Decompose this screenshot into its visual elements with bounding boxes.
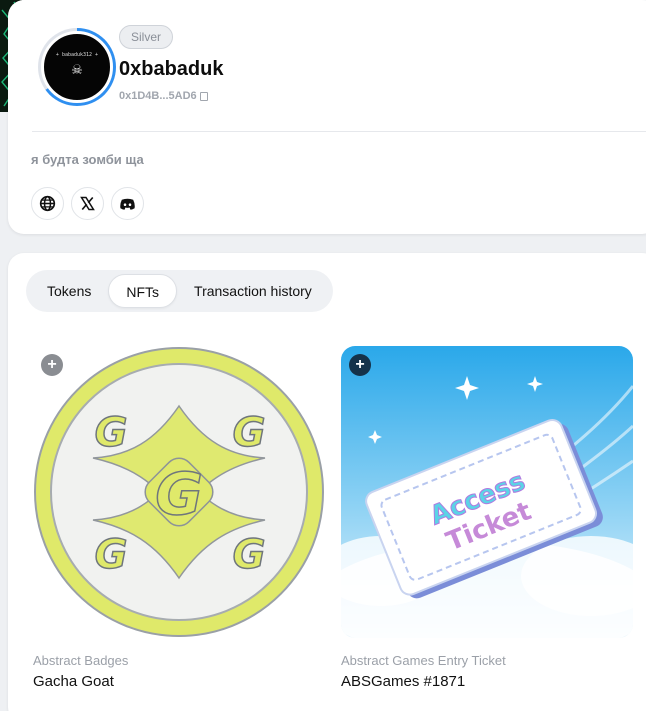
assets-card: Tokens NFTs Transaction history + G G G …: [8, 253, 646, 711]
discord-button[interactable]: [111, 187, 144, 220]
avatar[interactable]: + babaduk312 + ☠: [38, 28, 116, 106]
discord-icon: [120, 198, 135, 210]
nft-name[interactable]: Gacha Goat: [33, 673, 128, 690]
x-icon: [80, 196, 95, 211]
wallet-address[interactable]: 0x1D4B...5AD6: [119, 90, 208, 102]
svg-text:G: G: [233, 532, 266, 578]
nft-card-gacha-goat[interactable]: + G G G G G: [33, 346, 325, 638]
nft-collection: Abstract Games Entry Ticket: [341, 653, 506, 668]
profile-bio: я будта зомби ща: [31, 152, 144, 167]
tier-badge: Silver: [119, 25, 174, 49]
x-button[interactable]: [71, 187, 104, 220]
svg-text:G: G: [95, 532, 128, 578]
globe-icon: [39, 195, 56, 212]
tab-transaction-history[interactable]: Transaction history: [177, 274, 329, 308]
nft-collection: Abstract Badges: [33, 653, 129, 668]
nft-meta-gacha-goat: Abstract Badges Gacha Goat: [33, 653, 128, 690]
nft-meta-absgames: Abstract Games Entry Ticket ABSGames #18…: [341, 653, 506, 690]
skull-icon: ☠: [71, 62, 83, 77]
nft-image-ticket: Access Ticket: [341, 376, 633, 638]
nft-image-badge: G G G G G: [34, 347, 324, 637]
divider: [32, 131, 646, 132]
username: 0xbabaduk: [119, 58, 224, 80]
nft-name[interactable]: ABSGames #1871: [341, 673, 506, 690]
tab-tokens[interactable]: Tokens: [30, 274, 108, 308]
nft-image-glyph: G: [155, 460, 203, 528]
social-links: [31, 187, 144, 220]
tab-nfts[interactable]: NFTs: [108, 274, 178, 308]
profile-card: + babaduk312 + ☠ Silver 0xbabaduk 0x1D4B…: [8, 0, 646, 234]
svg-text:G: G: [95, 410, 128, 456]
copy-icon[interactable]: [199, 91, 208, 101]
website-button[interactable]: [31, 187, 64, 220]
nft-card-absgames[interactable]: + Access Ticket: [341, 346, 633, 638]
add-icon[interactable]: +: [349, 354, 371, 376]
wallet-address-text: 0x1D4B...5AD6: [119, 90, 197, 102]
add-icon[interactable]: +: [41, 354, 63, 376]
asset-tabs: Tokens NFTs Transaction history: [26, 270, 333, 312]
svg-text:G: G: [233, 410, 266, 456]
avatar-label: + babaduk312 +: [55, 52, 99, 58]
